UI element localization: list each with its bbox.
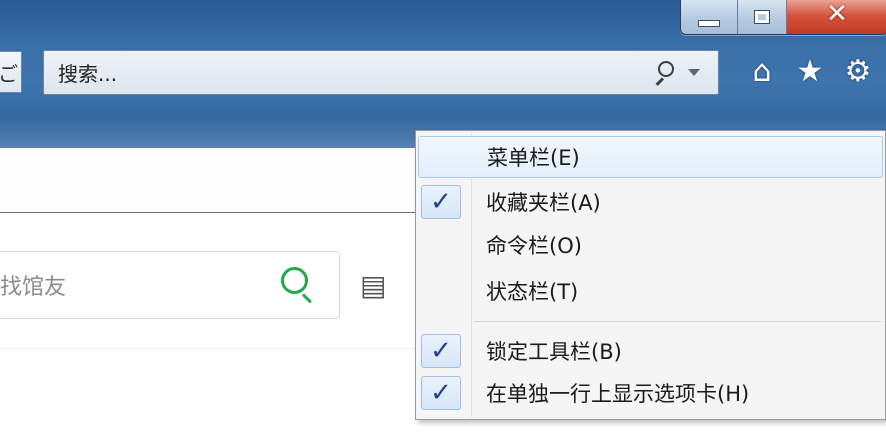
message-icon[interactable]: ▤ [360, 269, 386, 302]
menu-item-label: 收藏夹栏(A) [486, 191, 601, 215]
star-icon[interactable]: ★ [791, 52, 829, 92]
menu-item-menu-bar[interactable]: 菜单栏(E) [418, 136, 883, 178]
menu-item-tabs-separate-row[interactable]: ✓ 在单独一行上显示选项卡(H) [418, 372, 883, 414]
toolbar-icons: ⌂ ★ ⚙ [743, 52, 877, 92]
menu-item-lock-toolbars[interactable]: ✓ 锁定工具栏(B) [418, 330, 883, 372]
menu-item-favorites-bar[interactable]: ✓ 收藏夹栏(A) [418, 181, 883, 223]
menu-item-command-bar[interactable]: 命令栏(O) [418, 224, 883, 266]
window-title-bar: ✕ ご 搜索... ⌂ ★ ⚙ [0, 0, 886, 148]
chevron-down-icon[interactable] [688, 69, 700, 76]
address-bar-fragment[interactable]: ご [0, 51, 22, 93]
menu-item-status-bar[interactable]: 状态栏(T) [418, 270, 883, 312]
gear-icon[interactable]: ⚙ [839, 52, 877, 92]
menu-item-label: 命令栏(O) [486, 234, 582, 258]
checkmark-icon: ✓ [421, 334, 461, 368]
divider [0, 348, 420, 349]
search-placeholder: 搜索... [58, 62, 118, 86]
menu-item-label: 菜单栏(E) [487, 146, 580, 170]
maximize-icon [754, 10, 770, 24]
window-controls: ✕ [680, 0, 886, 35]
site-search-placeholder: 找馆友 [0, 275, 67, 300]
toolbar-context-menu: 菜单栏(E) ✓ 收藏夹栏(A) 命令栏(O) 状态栏(T) ✓ 锁定工具栏(B… [415, 130, 886, 420]
site-search-field[interactable]: 找馆友 [0, 251, 340, 319]
menu-item-label: 状态栏(T) [486, 280, 579, 304]
maximize-button[interactable] [738, 0, 787, 34]
menu-item-label: 锁定工具栏(B) [486, 340, 622, 364]
checkmark-icon: ✓ [421, 185, 461, 219]
checkmark-icon: ✓ [421, 376, 461, 410]
address-fragment-text: ご [0, 61, 18, 86]
menu-separator [474, 321, 882, 322]
close-button[interactable]: ✕ [787, 0, 886, 34]
menu-item-label: 在单独一行上显示选项卡(H) [486, 382, 750, 406]
minimize-icon [698, 19, 720, 27]
home-icon[interactable]: ⌂ [743, 52, 781, 92]
search-input[interactable]: 搜索... [43, 50, 719, 95]
search-icon[interactable] [654, 60, 678, 86]
minimize-button[interactable] [681, 0, 738, 34]
close-icon: ✕ [826, 0, 848, 29]
search-icon[interactable] [281, 267, 317, 304]
